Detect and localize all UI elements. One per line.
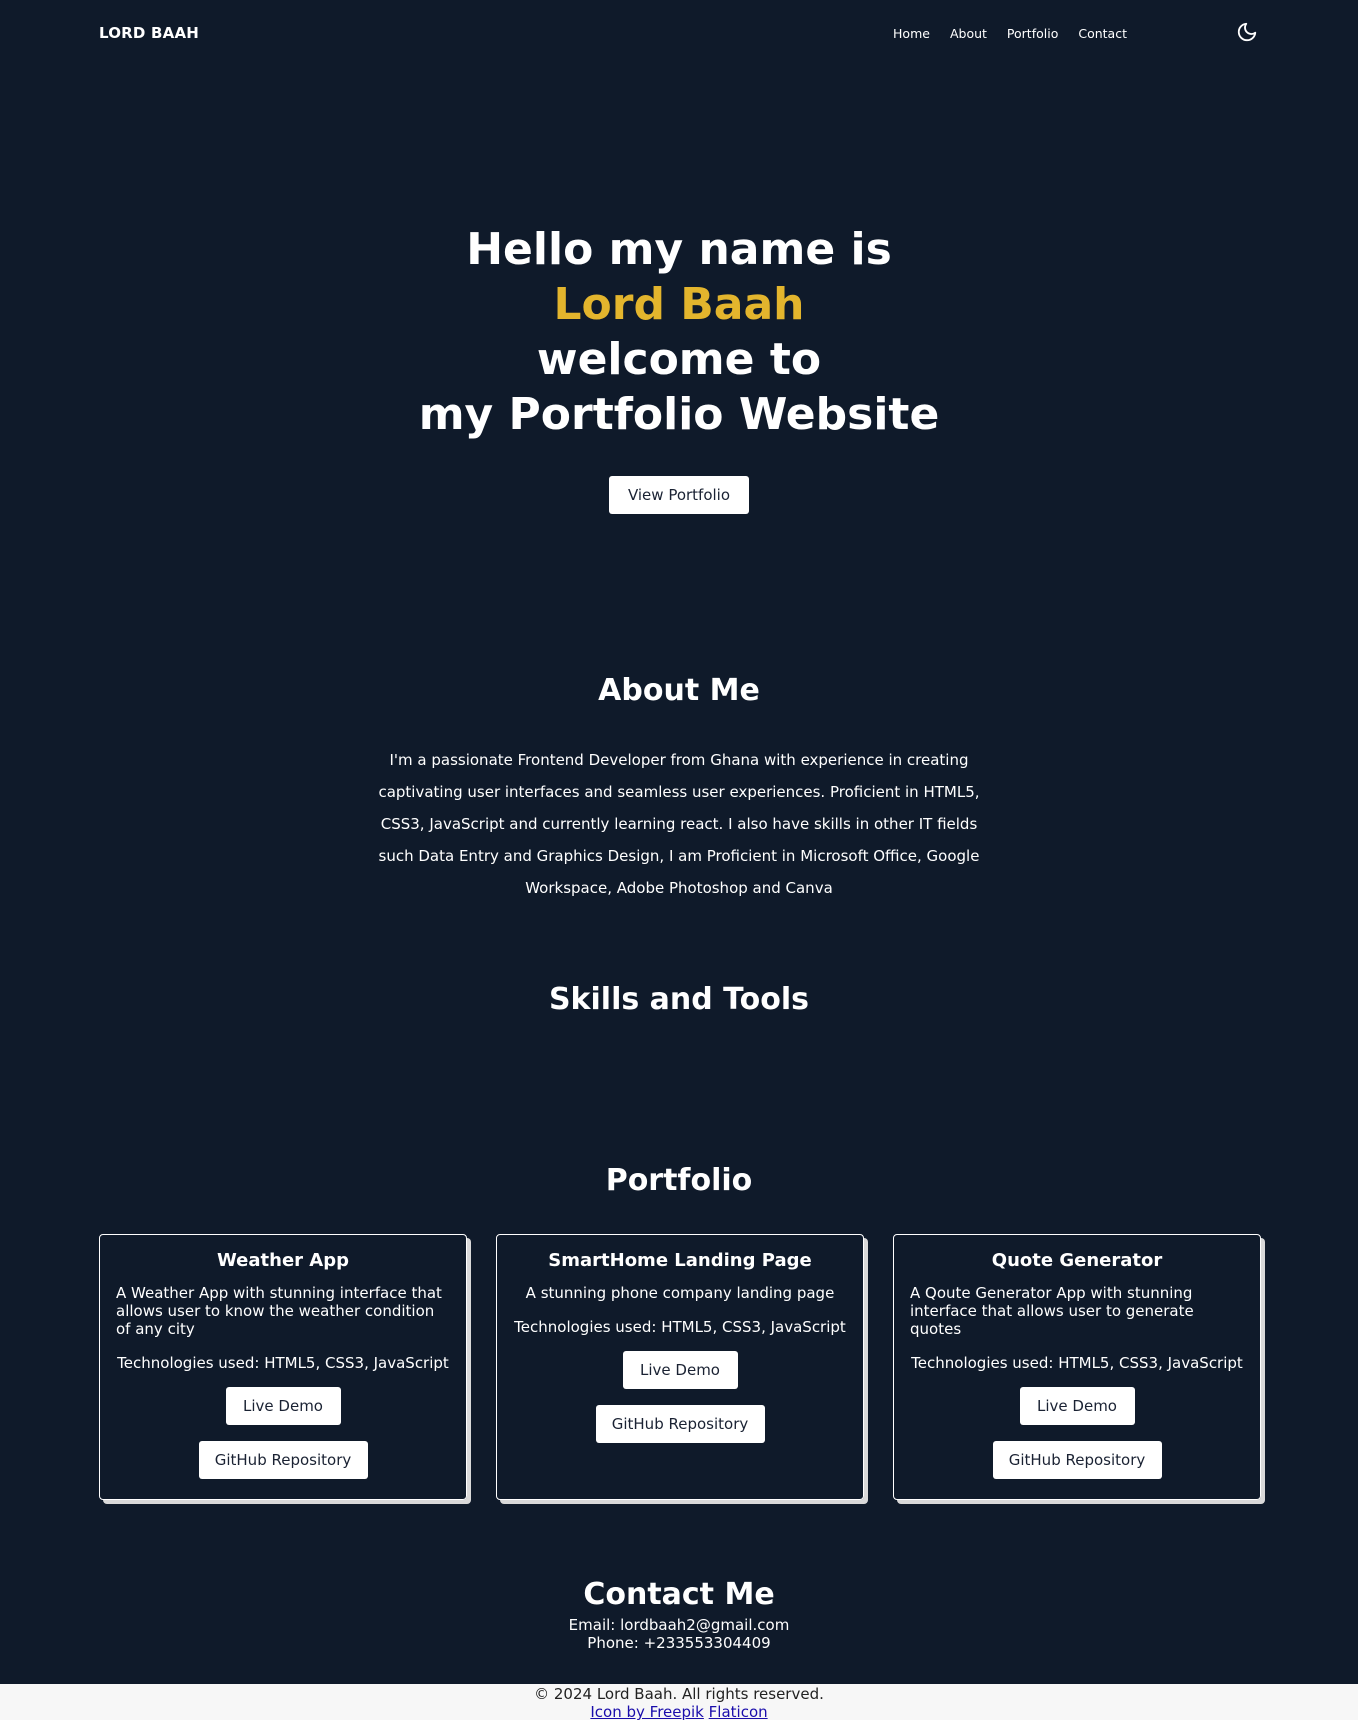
contact-phone: Phone: +233553304409	[587, 1634, 771, 1652]
github-repo-button[interactable]: GitHub Repository	[595, 1405, 765, 1443]
live-demo-button[interactable]: Live Demo	[622, 1351, 738, 1389]
icon-credit: Icon by Freepik Flaticon	[0, 1703, 1358, 1720]
page: LORD BAAH Home About Portfolio Contact H…	[0, 0, 1358, 1720]
hero-line-greeting: Hello my name is	[466, 224, 892, 275]
hero-heading: Hello my name is Lord Baah welcome to my…	[0, 222, 1358, 442]
project-card-weather: Weather App A Weather App with stunning …	[99, 1234, 467, 1500]
nav-link-about[interactable]: About	[950, 26, 987, 41]
freepik-link[interactable]: Icon by Freepik	[590, 1703, 704, 1720]
hero-line-welcome: welcome to	[536, 334, 822, 385]
hero-line-portfolio: my Portfolio Website	[418, 389, 940, 440]
project-description: A Weather App with stunning interface th…	[116, 1284, 442, 1338]
project-description: A Qoute Generator App with stunning inte…	[910, 1284, 1194, 1338]
project-tech: Technologies used: HTML5, CSS3, JavaScri…	[911, 1354, 1243, 1372]
contact-info: Email: lordbaah2@gmail.com Phone: +23355…	[0, 1616, 1358, 1652]
project-description: A stunning phone company landing page	[525, 1284, 835, 1302]
nav-links: Home About Portfolio Contact	[893, 26, 1127, 41]
brand-logo[interactable]: LORD BAAH	[99, 24, 199, 42]
live-demo-button[interactable]: Live Demo	[1019, 1387, 1135, 1425]
project-title: Quote Generator	[991, 1250, 1163, 1271]
view-portfolio-button[interactable]: View Portfolio	[609, 476, 749, 514]
project-card-smarthome: SmartHome Landing Page A stunning phone …	[496, 1234, 864, 1500]
project-card-quote: Quote Generator A Qoute Generator App wi…	[893, 1234, 1261, 1500]
hero-section: Hello my name is Lord Baah welcome to my…	[0, 222, 1358, 514]
skills-title: Skills and Tools	[548, 982, 810, 1017]
nav-link-home[interactable]: Home	[893, 26, 930, 41]
github-repo-button[interactable]: GitHub Repository	[198, 1441, 368, 1479]
portfolio-cards: Weather App A Weather App with stunning …	[99, 1234, 1261, 1500]
about-text: I'm a passionate Frontend Developer from…	[378, 751, 980, 897]
project-title: SmartHome Landing Page	[548, 1250, 812, 1271]
live-demo-button[interactable]: Live Demo	[225, 1387, 341, 1425]
hero-name: Lord Baah	[553, 279, 805, 330]
nav-link-contact[interactable]: Contact	[1078, 26, 1127, 41]
project-title: Weather App	[216, 1250, 350, 1271]
moon-icon[interactable]	[1236, 21, 1258, 43]
contact-title: Contact Me	[583, 1577, 775, 1612]
project-tech: Technologies used: HTML5, CSS3, JavaScri…	[514, 1318, 846, 1336]
project-tech: Technologies used: HTML5, CSS3, JavaScri…	[117, 1354, 449, 1372]
nav-link-portfolio[interactable]: Portfolio	[1007, 26, 1058, 41]
contact-email: Email: lordbaah2@gmail.com	[568, 1616, 790, 1634]
portfolio-title: Portfolio	[605, 1163, 753, 1198]
about-title: About Me	[598, 673, 760, 708]
flaticon-link[interactable]: Flaticon	[709, 1703, 768, 1720]
github-repo-button[interactable]: GitHub Repository	[992, 1441, 1162, 1479]
navbar: LORD BAAH Home About Portfolio Contact	[0, 0, 1358, 68]
copyright-text: © 2024 Lord Baah. All rights reserved.	[534, 1685, 824, 1703]
footer: © 2024 Lord Baah. All rights reserved. I…	[0, 1684, 1358, 1720]
